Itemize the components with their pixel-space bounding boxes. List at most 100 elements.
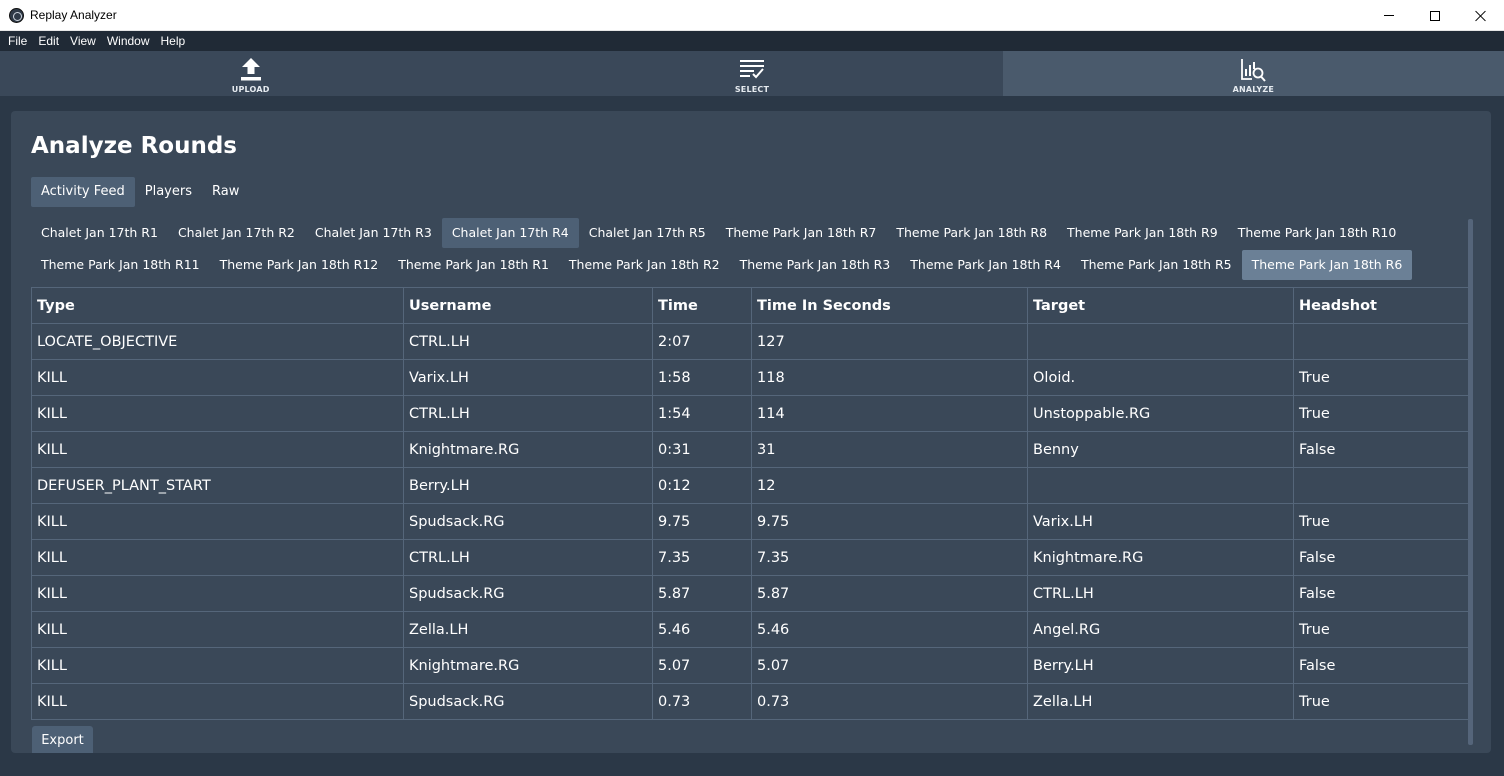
cell-username: CTRL.LH — [403, 323, 653, 360]
minimize-icon — [1384, 15, 1394, 16]
menu-file[interactable]: File — [8, 34, 27, 48]
cell-time: 1:54 — [652, 395, 752, 432]
tab-activity-feed[interactable]: Activity Feed — [31, 177, 135, 207]
cell-headshot — [1293, 467, 1469, 504]
export-button[interactable]: Export — [32, 726, 93, 753]
cell-type: DEFUSER_PLANT_START — [31, 467, 404, 504]
cell-username: Zella.LH — [403, 611, 653, 648]
table-row[interactable]: KILL CTRL.LH 1:54 114 Unstoppable.RG True — [31, 395, 1469, 432]
minimize-button[interactable] — [1366, 0, 1412, 31]
nav-upload-label: UPLOAD — [231, 85, 270, 94]
cell-time-in-seconds: 0.73 — [751, 683, 1028, 720]
nav-select[interactable]: SELECT — [501, 51, 1002, 96]
cell-time-in-seconds: 118 — [751, 359, 1028, 396]
menu-edit[interactable]: Edit — [38, 34, 59, 48]
cell-time-in-seconds: 5.07 — [751, 647, 1028, 684]
round-tab-theme-park-jan-18th-r2[interactable]: Theme Park Jan 18th R2 — [559, 250, 730, 280]
round-tab-theme-park-jan-18th-r3[interactable]: Theme Park Jan 18th R3 — [730, 250, 901, 280]
table-row[interactable]: LOCATE_OBJECTIVE CTRL.LH 2:07 127 — [31, 323, 1469, 360]
table-row[interactable]: KILL Spudsack.RG 0.73 0.73 Zella.LH True — [31, 683, 1469, 720]
table-body: LOCATE_OBJECTIVE CTRL.LH 2:07 127 KILL Varix.… — [31, 323, 1469, 720]
cell-time: 7.35 — [652, 539, 752, 576]
cell-time-in-seconds: 12 — [751, 467, 1028, 504]
round-tab-chalet-jan-17th-r1[interactable]: Chalet Jan 17th R1 — [31, 218, 168, 248]
column-header-time[interactable]: Time — [652, 287, 752, 324]
upload-icon — [240, 58, 261, 81]
round-tab-theme-park-jan-18th-r8[interactable]: Theme Park Jan 18th R8 — [886, 218, 1057, 248]
cell-headshot: False — [1293, 575, 1469, 612]
round-tab-chalet-jan-17th-r2[interactable]: Chalet Jan 17th R2 — [168, 218, 305, 248]
cell-username: CTRL.LH — [403, 539, 653, 576]
cell-target — [1027, 467, 1294, 504]
cell-time-in-seconds: 7.35 — [751, 539, 1028, 576]
maximize-button[interactable] — [1412, 0, 1458, 31]
round-tab-theme-park-jan-18th-r7[interactable]: Theme Park Jan 18th R7 — [716, 218, 887, 248]
column-header-time-in-seconds[interactable]: Time In Seconds — [751, 287, 1028, 324]
cell-time-in-seconds: 5.87 — [751, 575, 1028, 612]
round-tab-theme-park-jan-18th-r4[interactable]: Theme Park Jan 18th R4 — [900, 250, 1071, 280]
cell-target: Unstoppable.RG — [1027, 395, 1294, 432]
cell-time: 1:58 — [652, 359, 752, 396]
round-tabs-row-1: Chalet Jan 17th R1 Chalet Jan 17th R2 Chal… — [31, 218, 1471, 250]
table-row[interactable]: KILL Knightmare.RG 5.07 5.07 Berry.LH False — [31, 647, 1469, 684]
cell-type: KILL — [31, 359, 404, 396]
round-tab-theme-park-jan-18th-r9[interactable]: Theme Park Jan 18th R9 — [1057, 218, 1228, 248]
cell-type: KILL — [31, 503, 404, 540]
tab-raw[interactable]: Raw — [202, 177, 249, 207]
round-tab-chalet-jan-17th-r3[interactable]: Chalet Jan 17th R3 — [305, 218, 442, 248]
table-row[interactable]: KILL Spudsack.RG 5.87 5.87 CTRL.LH False — [31, 575, 1469, 612]
cell-headshot: False — [1293, 431, 1469, 468]
cell-type: KILL — [31, 395, 404, 432]
round-tab-theme-park-jan-18th-r5[interactable]: Theme Park Jan 18th R5 — [1071, 250, 1242, 280]
vertical-scrollbar[interactable] — [1468, 219, 1473, 745]
round-tab-theme-park-jan-18th-r10[interactable]: Theme Park Jan 18th R10 — [1228, 218, 1407, 248]
column-header-type[interactable]: Type — [31, 287, 404, 324]
column-header-target[interactable]: Target — [1027, 287, 1294, 324]
cell-username: Berry.LH — [403, 467, 653, 504]
cell-type: KILL — [31, 611, 404, 648]
cell-time: 5.07 — [652, 647, 752, 684]
cell-time-in-seconds: 9.75 — [751, 503, 1028, 540]
nav-upload[interactable]: UPLOAD — [0, 51, 501, 96]
table-row[interactable]: KILL Spudsack.RG 9.75 9.75 Varix.LH True — [31, 503, 1469, 540]
menu-help[interactable]: Help — [161, 34, 186, 48]
app-logo-icon — [9, 8, 24, 23]
cell-type: LOCATE_OBJECTIVE — [31, 323, 404, 360]
cell-username: Spudsack.RG — [403, 575, 653, 612]
cell-username: Spudsack.RG — [403, 503, 653, 540]
activity-table-container: Type Username Time Time In Seconds Target Hea… — [31, 287, 1469, 720]
round-tab-theme-park-jan-18th-r1[interactable]: Theme Park Jan 18th R1 — [388, 250, 559, 280]
tab-players[interactable]: Players — [135, 177, 202, 207]
column-header-username[interactable]: Username — [403, 287, 653, 324]
cell-target: Knightmare.RG — [1027, 539, 1294, 576]
cell-username: Knightmare.RG — [403, 431, 653, 468]
table-row[interactable]: DEFUSER_PLANT_START Berry.LH 0:12 12 — [31, 467, 1469, 504]
round-tab-theme-park-jan-18th-r11[interactable]: Theme Park Jan 18th R11 — [31, 250, 210, 280]
table-row[interactable]: KILL Zella.LH 5.46 5.46 Angel.RG True — [31, 611, 1469, 648]
nav-select-label: SELECT — [734, 85, 770, 94]
title-bar: Replay Analyzer — [0, 0, 1504, 31]
table-row[interactable]: KILL Knightmare.RG 0:31 31 Benny False — [31, 431, 1469, 468]
round-tab-chalet-jan-17th-r4[interactable]: Chalet Jan 17th R4 — [441, 218, 579, 248]
nav-analyze[interactable]: ANALYZE — [1002, 51, 1504, 96]
menu-window[interactable]: Window — [107, 34, 150, 48]
column-header-headshot[interactable]: Headshot — [1293, 287, 1469, 324]
round-tab-theme-park-jan-18th-r12[interactable]: Theme Park Jan 18th R12 — [210, 250, 389, 280]
activity-table: Type Username Time Time In Seconds Target Hea… — [31, 287, 1469, 720]
round-tab-chalet-jan-17th-r5[interactable]: Chalet Jan 17th R5 — [579, 218, 716, 248]
table-header-row: Type Username Time Time In Seconds Target Hea… — [31, 287, 1469, 324]
close-button[interactable] — [1458, 0, 1504, 31]
cell-headshot: False — [1293, 647, 1469, 684]
cell-target: Benny — [1027, 431, 1294, 468]
cell-target: CTRL.LH — [1027, 575, 1294, 612]
cell-headshot: True — [1293, 683, 1469, 720]
cell-type: KILL — [31, 539, 404, 576]
round-tab-theme-park-jan-18th-r6[interactable]: Theme Park Jan 18th R6 — [1241, 250, 1413, 280]
menu-view[interactable]: View — [70, 34, 96, 48]
cell-time: 0:31 — [652, 431, 752, 468]
table-row[interactable]: KILL Varix.LH 1:58 118 Oloid. True — [31, 359, 1469, 396]
cell-time: 0:12 — [652, 467, 752, 504]
cell-username: Spudsack.RG — [403, 683, 653, 720]
table-row[interactable]: KILL CTRL.LH 7.35 7.35 Knightmare.RG False — [31, 539, 1469, 576]
cell-target: Berry.LH — [1027, 647, 1294, 684]
